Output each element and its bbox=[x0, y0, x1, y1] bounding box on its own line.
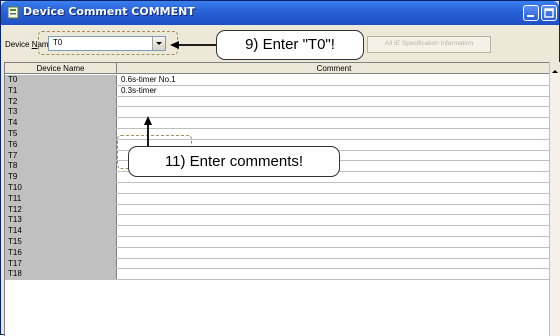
table-row[interactable]: T11 bbox=[5, 193, 549, 205]
minimize-icon bbox=[527, 15, 534, 17]
table-row[interactable]: T1 0.3s-timer bbox=[5, 85, 549, 97]
callout-step-11: 11) Enter comments! bbox=[128, 146, 340, 177]
callout-step-9: 9) Enter "T0"! bbox=[216, 30, 364, 60]
table-row[interactable]: T17 bbox=[5, 258, 549, 270]
device-name-dropdown-button[interactable] bbox=[152, 37, 165, 50]
title-bar[interactable]: Device Comment COMMENT bbox=[1, 1, 559, 25]
table-row[interactable]: T4 bbox=[5, 118, 549, 129]
device-name-cell: T5 bbox=[5, 129, 117, 139]
comment-cell[interactable] bbox=[118, 226, 549, 236]
table-row[interactable]: T3 bbox=[5, 107, 549, 119]
device-name-cell: T17 bbox=[5, 258, 117, 269]
specification-info-button[interactable]: All IE Specification Information bbox=[367, 36, 491, 53]
device-name-cell: T1 bbox=[5, 85, 117, 96]
device-name-cell: T15 bbox=[5, 237, 117, 247]
device-name-cell: T8 bbox=[5, 161, 117, 172]
device-name-cell: T9 bbox=[5, 172, 117, 182]
comment-cell[interactable] bbox=[118, 269, 549, 279]
app-icon bbox=[7, 6, 19, 19]
comment-cell[interactable] bbox=[118, 215, 549, 225]
table-row[interactable]: T0 0.6s-timer No.1 bbox=[5, 75, 549, 86]
table-row[interactable]: T14 bbox=[5, 226, 549, 237]
comment-cell[interactable] bbox=[118, 205, 549, 215]
comment-cell[interactable] bbox=[118, 118, 549, 128]
comment-cell[interactable] bbox=[118, 97, 549, 107]
comment-cell[interactable] bbox=[118, 259, 549, 269]
maximize-icon bbox=[544, 8, 554, 18]
device-name-cell: T0 bbox=[5, 75, 117, 85]
table-row[interactable]: T2 bbox=[5, 96, 549, 108]
table-row[interactable]: T10 bbox=[5, 183, 549, 194]
device-name-cell: T6 bbox=[5, 139, 117, 150]
device-name-select[interactable]: T0 bbox=[48, 36, 166, 51]
device-name-cell: T3 bbox=[5, 107, 117, 118]
comment-cell[interactable] bbox=[118, 248, 549, 258]
table-row[interactable]: T5 bbox=[5, 129, 549, 140]
grid-header: Device Name Comment bbox=[5, 63, 549, 74]
chevron-down-icon bbox=[156, 42, 162, 45]
device-name-cell: T4 bbox=[5, 118, 117, 128]
vertical-scrollbar[interactable] bbox=[549, 62, 560, 336]
comment-cell[interactable] bbox=[118, 183, 549, 193]
table-row[interactable]: T12 bbox=[5, 204, 549, 216]
comment-cell[interactable] bbox=[118, 194, 549, 204]
device-name-cell: T7 bbox=[5, 150, 117, 161]
minimize-button[interactable] bbox=[523, 5, 539, 21]
device-name-cell: T14 bbox=[5, 226, 117, 236]
scroll-up-icon bbox=[552, 70, 558, 73]
device-name-cell: T18 bbox=[5, 269, 117, 280]
comment-grid: Device Name Comment T0 0.6s-timer No.1 T1 0… bbox=[4, 62, 549, 336]
device-name-cell: T12 bbox=[5, 204, 117, 215]
table-row[interactable]: T13 bbox=[5, 215, 549, 227]
header-comment[interactable]: Comment bbox=[118, 63, 549, 74]
scroll-up-button[interactable] bbox=[550, 62, 560, 73]
device-name-cell: T10 bbox=[5, 183, 117, 193]
comment-cell[interactable]: 0.6s-timer No.1 bbox=[118, 75, 549, 85]
maximize-button[interactable] bbox=[541, 5, 557, 21]
comment-cell[interactable]: 0.3s-timer bbox=[118, 86, 549, 96]
window-title: Device Comment COMMENT bbox=[23, 5, 195, 18]
device-name-cell: T16 bbox=[5, 247, 117, 258]
table-row[interactable]: T16 bbox=[5, 247, 549, 259]
table-row[interactable]: T18 bbox=[5, 269, 549, 281]
device-name-label-prefix: Device bbox=[5, 40, 32, 49]
comment-cell[interactable] bbox=[118, 107, 549, 117]
device-name-cell: T13 bbox=[5, 215, 117, 226]
comment-cell[interactable] bbox=[118, 237, 549, 247]
header-device-name[interactable]: Device Name bbox=[5, 63, 117, 74]
device-name-cell: T2 bbox=[5, 96, 117, 107]
table-row[interactable]: T15 bbox=[5, 237, 549, 248]
device-name-cell: T11 bbox=[5, 193, 117, 204]
device-name-value: T0 bbox=[53, 38, 63, 47]
